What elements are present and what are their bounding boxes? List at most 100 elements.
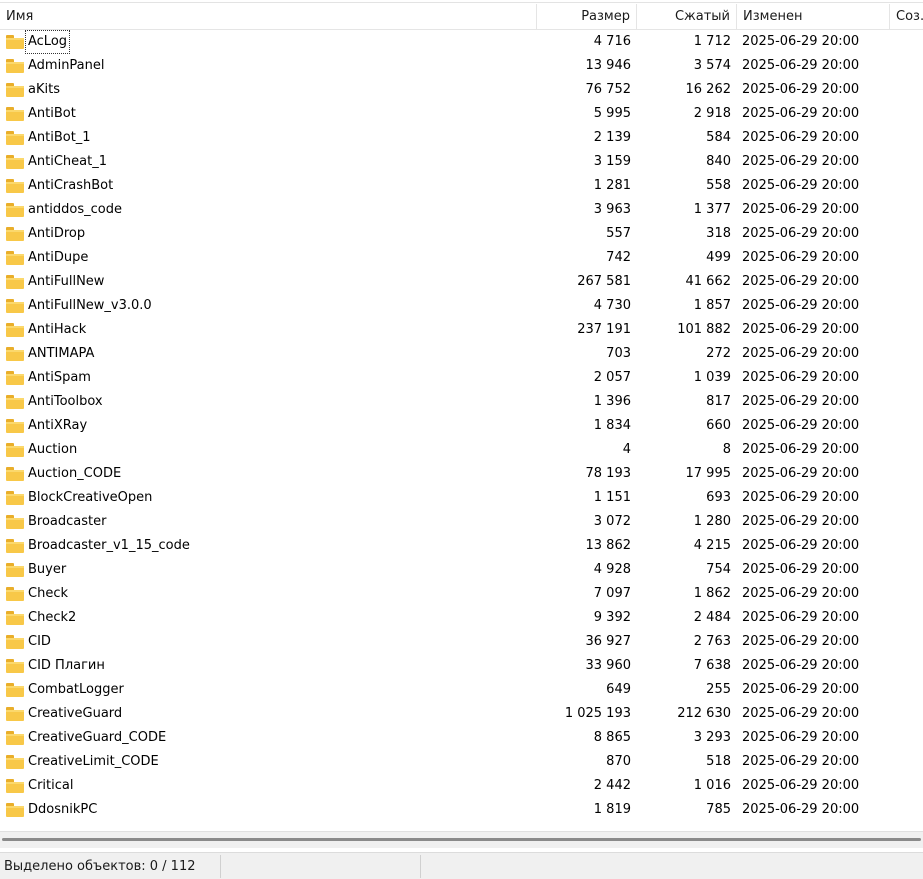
file-modified: 2025-06-29 20:00 <box>742 274 860 289</box>
file-size: 703 <box>606 346 631 361</box>
column-header-size[interactable]: Размер <box>537 4 637 30</box>
file-row[interactable]: CID 36 927 2 763 2025-06-29 20:00 <box>0 630 923 654</box>
file-name: AntiFullNew <box>28 274 105 289</box>
file-name-cell: Auction_CODE <box>6 462 536 486</box>
file-row[interactable]: CreativeGuard_CODE 8 865 3 293 2025-06-29 2… <box>0 726 923 750</box>
file-name: Auction_CODE <box>28 466 122 481</box>
file-row[interactable]: AntiXRay 1 834 660 2025-06-29 20:00 <box>0 414 923 438</box>
file-size: 4 730 <box>593 298 631 313</box>
folder-icon <box>6 731 24 745</box>
folder-icon <box>6 707 24 721</box>
file-size: 9 392 <box>593 610 631 625</box>
file-size: 76 752 <box>585 82 632 97</box>
folder-icon <box>6 443 24 457</box>
file-packed-size: 2 484 <box>693 610 731 625</box>
file-row[interactable]: DdosnikPC 1 819 785 2025-06-29 20:00 <box>0 798 923 822</box>
file-row[interactable]: BlockCreativeOpen 1 151 693 2025-06-29 20:0… <box>0 486 923 510</box>
file-name: AntiFullNew_v3.0.0 <box>28 298 152 313</box>
file-name: CID Плагин <box>28 658 105 673</box>
folder-icon <box>6 299 24 313</box>
file-row[interactable]: AdminPanel 13 946 3 574 2025-06-29 20:00 <box>0 54 923 78</box>
file-row[interactable]: AntiDrop 557 318 2025-06-29 20:00 <box>0 222 923 246</box>
folder-icon <box>6 587 24 601</box>
file-name-cell: AdminPanel <box>6 54 536 78</box>
file-row[interactable]: AntiSpam 2 057 1 039 2025-06-29 20:00 <box>0 366 923 390</box>
file-row[interactable]: Auction_CODE 78 193 17 995 2025-06-29 20:00 <box>0 462 923 486</box>
file-row[interactable]: Broadcaster 3 072 1 280 2025-06-29 20:00 <box>0 510 923 534</box>
file-row[interactable]: AntiCrashBot 1 281 558 2025-06-29 20:00 <box>0 174 923 198</box>
file-packed-size: 1 039 <box>693 370 731 385</box>
file-row[interactable]: AntiToolbox 1 396 817 2025-06-29 20:00 <box>0 390 923 414</box>
file-name: AdminPanel <box>28 58 105 73</box>
file-modified: 2025-06-29 20:00 <box>742 634 860 649</box>
folder-icon <box>6 35 24 49</box>
file-packed-size: 3 293 <box>693 730 731 745</box>
file-row[interactable]: AntiDupe 742 499 2025-06-29 20:00 <box>0 246 923 270</box>
file-name-cell: AntiCrashBot <box>6 174 536 198</box>
file-row[interactable]: ANTIMAPA 703 272 2025-06-29 20:00 <box>0 342 923 366</box>
file-size: 1 834 <box>593 418 631 433</box>
folder-icon <box>6 683 24 697</box>
file-modified: 2025-06-29 20:00 <box>742 586 860 601</box>
file-packed-size: 817 <box>706 394 731 409</box>
file-packed-size: 1 862 <box>693 586 731 601</box>
file-row[interactable]: aKits 76 752 16 262 2025-06-29 20:00 <box>0 78 923 102</box>
folder-icon <box>6 59 24 73</box>
file-row[interactable]: AntiBot 5 995 2 918 2025-06-29 20:00 <box>0 102 923 126</box>
file-name: CreativeGuard_CODE <box>28 730 167 745</box>
folder-icon <box>6 803 24 817</box>
file-list[interactable]: AcLog 4 716 1 712 2025-06-29 20:00 AdminPane… <box>0 30 923 831</box>
file-name: AntiToolbox <box>28 394 103 409</box>
file-row[interactable]: CreativeGuard 1 025 193 212 630 2025-06-29 … <box>0 702 923 726</box>
horizontal-scrollbar-thumb[interactable] <box>2 838 921 841</box>
file-row[interactable]: Broadcaster_v1_15_code 13 862 4 215 2025-06… <box>0 534 923 558</box>
column-header-modified[interactable]: Изменен <box>737 4 890 30</box>
file-name: AcLog <box>24 30 71 54</box>
file-row[interactable]: AntiFullNew 267 581 41 662 2025-06-29 20:00 <box>0 270 923 294</box>
file-modified: 2025-06-29 20:00 <box>742 250 860 265</box>
file-row[interactable]: Check2 9 392 2 484 2025-06-29 20:00 <box>0 606 923 630</box>
file-row[interactable]: Check 7 097 1 862 2025-06-29 20:00 <box>0 582 923 606</box>
file-packed-size: 584 <box>706 130 731 145</box>
file-row[interactable]: AntiHack 237 191 101 882 2025-06-29 20:00 <box>0 318 923 342</box>
file-row[interactable]: AntiFullNew_v3.0.0 4 730 1 857 2025-06-29 2… <box>0 294 923 318</box>
file-row[interactable]: Buyer 4 928 754 2025-06-29 20:00 <box>0 558 923 582</box>
column-header-packed[interactable]: Сжатый <box>637 4 737 30</box>
file-row[interactable]: AcLog 4 716 1 712 2025-06-29 20:00 <box>0 30 923 54</box>
file-name-cell: antiddos_code <box>6 198 536 222</box>
file-row[interactable]: Critical 2 442 1 016 2025-06-29 20:00 <box>0 774 923 798</box>
file-row[interactable]: AntiCheat_1 3 159 840 2025-06-29 20:00 <box>0 150 923 174</box>
file-row[interactable]: CreativeLimit_CODE 870 518 2025-06-29 20:00 <box>0 750 923 774</box>
file-size: 3 963 <box>593 202 631 217</box>
file-row[interactable]: antiddos_code 3 963 1 377 2025-06-29 20:00 <box>0 198 923 222</box>
file-name: ANTIMAPA <box>28 346 95 361</box>
file-size: 4 928 <box>593 562 631 577</box>
file-row[interactable]: Auction 4 8 2025-06-29 20:00 <box>0 438 923 462</box>
file-row[interactable]: CombatLogger 649 255 2025-06-29 20:00 <box>0 678 923 702</box>
horizontal-scrollbar[interactable] <box>0 831 923 848</box>
folder-icon <box>6 467 24 481</box>
file-name-cell: AntiBot_1 <box>6 126 536 150</box>
folder-icon <box>6 563 24 577</box>
folder-icon <box>6 419 24 433</box>
file-name: Buyer <box>28 562 67 577</box>
folder-icon <box>6 179 24 193</box>
file-size: 557 <box>606 226 631 241</box>
folder-icon <box>6 203 24 217</box>
file-size: 1 281 <box>593 178 631 193</box>
file-name: AntiDrop <box>28 226 86 241</box>
file-size: 2 442 <box>593 778 631 793</box>
file-name-cell: AntiXRay <box>6 414 536 438</box>
column-header-created[interactable]: Соз... <box>890 4 923 30</box>
file-packed-size: 518 <box>706 754 731 769</box>
file-size: 742 <box>606 250 631 265</box>
file-size: 1 025 193 <box>564 706 631 721</box>
file-row[interactable]: AntiBot_1 2 139 584 2025-06-29 20:00 <box>0 126 923 150</box>
column-header-name[interactable]: Имя <box>0 4 537 30</box>
file-name: Critical <box>28 778 74 793</box>
file-packed-size: 499 <box>706 250 731 265</box>
file-modified: 2025-06-29 20:00 <box>742 706 860 721</box>
file-size: 13 862 <box>585 538 632 553</box>
file-size: 4 <box>622 442 631 457</box>
file-row[interactable]: CID Плагин 33 960 7 638 2025-06-29 20:00 <box>0 654 923 678</box>
